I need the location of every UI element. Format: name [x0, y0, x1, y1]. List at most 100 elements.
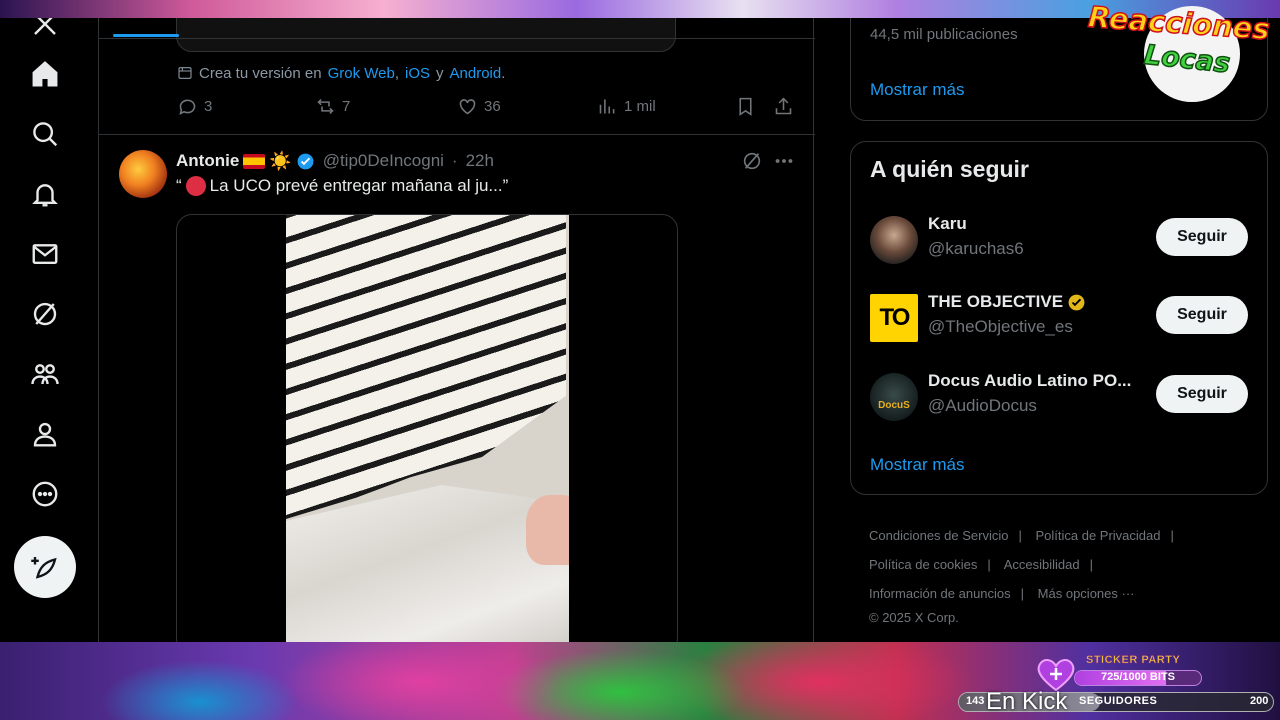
tweet-timestamp[interactable]: 22h	[466, 151, 494, 171]
previous-tweet-media[interactable]	[176, 18, 676, 52]
tweet-author-handle[interactable]: @tip0DeIncogni	[323, 151, 444, 171]
account-handle[interactable]: @TheObjective_es	[928, 317, 1073, 337]
bell-icon[interactable]	[27, 176, 63, 212]
follow-suggestion[interactable]: TO THE OBJECTIVE @TheObjective_es Seguir	[870, 292, 1260, 344]
video-frame-sweater	[286, 215, 566, 525]
timeline: Crea tu versión en Grok Web, iOS y Andro…	[98, 18, 815, 642]
sun-emoji: ☀️	[269, 150, 292, 171]
gold-verified-badge-icon	[1068, 294, 1085, 310]
tweet-author-name[interactable]: Antonie	[176, 151, 239, 171]
follow-suggestion[interactable]: Karu @karuchas6 Seguir	[870, 214, 1260, 266]
tweet-top-actions	[739, 150, 799, 172]
grok-web-link[interactable]: Grok Web	[328, 65, 395, 82]
grok-icon[interactable]	[741, 150, 763, 172]
spain-flag-icon	[243, 153, 266, 169]
like-count: 36	[484, 98, 501, 115]
follower-count: 143	[966, 695, 985, 707]
accessibility-link[interactable]: Accesibilidad	[1004, 557, 1080, 572]
follow-suggestion[interactable]: DocuS Docus Audio Latino PO... @AudioDoc…	[870, 371, 1260, 423]
tweet-author-avatar[interactable]	[119, 150, 167, 198]
cookies-link[interactable]: Política de cookies	[869, 557, 977, 572]
avatar-logo-text: DocuS	[878, 399, 910, 411]
share-button[interactable]	[773, 96, 794, 117]
tweet-divider	[99, 134, 815, 135]
more-horizontal-icon[interactable]	[773, 150, 795, 172]
tweet-media[interactable]	[176, 214, 678, 642]
home-icon[interactable]	[27, 56, 63, 92]
sticker-party-title: STICKER PARTY	[1086, 654, 1181, 666]
analytics-icon	[599, 99, 615, 114]
account-name[interactable]: Docus Audio Latino PO...	[928, 371, 1131, 391]
grok-icon[interactable]	[27, 296, 63, 332]
account-handle[interactable]: @karuchas6	[928, 239, 1024, 259]
tweet-header: Antonie ☀️ @tip0DeIncogni · 22h	[176, 150, 494, 172]
trend-post-count: 44,5 mil publicaciones	[870, 26, 1018, 43]
share-icon	[775, 97, 792, 115]
quote-open: “	[176, 176, 182, 195]
more-options-link[interactable]: Más opciones ···	[1038, 586, 1135, 601]
divider	[99, 38, 815, 39]
account-name[interactable]: Karu	[928, 214, 967, 234]
mail-icon[interactable]	[27, 236, 63, 272]
tweet-video[interactable]	[286, 215, 569, 642]
verified-badge-icon	[297, 153, 314, 169]
account-name[interactable]: THE OBJECTIVE	[928, 292, 1063, 312]
logo-text-line1: Reacciones	[1086, 0, 1271, 47]
follow-button[interactable]: Seguir	[1156, 375, 1248, 413]
who-to-follow-title: A quién seguir	[870, 156, 1029, 182]
post-button[interactable]	[14, 536, 76, 598]
footer-links: Condiciones de Servicio | Política de Pri…	[869, 528, 1174, 625]
x-browser-window: Crea tu versión en Grok Web, iOS y Andro…	[0, 18, 1280, 642]
grok-promo: Crea tu versión en Grok Web, iOS y Andro…	[177, 63, 505, 83]
feather-plus-icon	[31, 557, 57, 579]
reply-count: 3	[204, 98, 213, 115]
privacy-link[interactable]: Política de Privacidad	[1035, 528, 1160, 543]
show-more-trends-link[interactable]: Mostrar más	[870, 80, 964, 100]
follower-goal-target: 200	[1250, 695, 1269, 707]
tweet-body: La UCO prevé entregar mañana al ju...”	[209, 176, 509, 195]
tweet-actions: 3 7 36 1 mil	[177, 96, 797, 120]
repost-button[interactable]: 7	[315, 96, 350, 117]
follow-button[interactable]: Seguir	[1156, 296, 1248, 334]
communities-icon[interactable]	[27, 356, 63, 392]
grok-promo-text: Crea tu versión en	[199, 64, 322, 82]
grok-image-icon	[178, 67, 192, 79]
profile-icon[interactable]	[27, 416, 63, 452]
left-nav	[0, 18, 98, 642]
search-icon[interactable]	[27, 116, 63, 152]
en-kick-label: En Kick	[986, 688, 1068, 715]
bookmark-button[interactable]	[735, 96, 756, 117]
more-options-icon[interactable]	[27, 476, 63, 512]
repost-count: 7	[342, 98, 351, 115]
repost-icon	[317, 98, 334, 115]
show-more-follow-link[interactable]: Mostrar más	[870, 455, 964, 475]
avatar[interactable]: TO	[870, 294, 918, 342]
sticker-progress-text: 725/1000 BITS	[1101, 671, 1175, 683]
bookmark-icon	[739, 97, 752, 116]
reply-button[interactable]: 3	[177, 96, 212, 117]
avatar[interactable]	[870, 216, 918, 264]
ios-link[interactable]: iOS	[405, 65, 430, 82]
avatar[interactable]: DocuS	[870, 373, 918, 421]
follower-goal-label: SEGUIDORES	[1079, 695, 1158, 707]
video-frame-hand	[526, 495, 569, 565]
ads-info-link[interactable]: Información de anuncios	[869, 586, 1011, 601]
account-handle[interactable]: @AudioDocus	[928, 396, 1037, 416]
avatar-logo-text: TO	[879, 304, 911, 331]
separator: y	[436, 64, 444, 82]
terms-link[interactable]: Condiciones de Servicio	[869, 528, 1008, 543]
views-button[interactable]: 1 mil	[597, 96, 656, 117]
copyright: © 2025 X Corp.	[869, 610, 959, 625]
separator: ,	[394, 64, 399, 82]
video-progress-bar[interactable]	[113, 34, 179, 37]
video-frame-counter	[286, 485, 569, 642]
heart-icon	[459, 99, 476, 115]
like-button[interactable]: 36	[457, 96, 501, 117]
x-logo-icon[interactable]	[27, 18, 63, 42]
period: .	[501, 64, 506, 82]
channel-logo: Reacciones Locas	[1086, 0, 1280, 104]
reply-icon	[179, 99, 196, 115]
sticker-heart-icon	[1037, 659, 1075, 692]
follow-button[interactable]: Seguir	[1156, 218, 1248, 256]
android-link[interactable]: Android	[450, 65, 502, 82]
